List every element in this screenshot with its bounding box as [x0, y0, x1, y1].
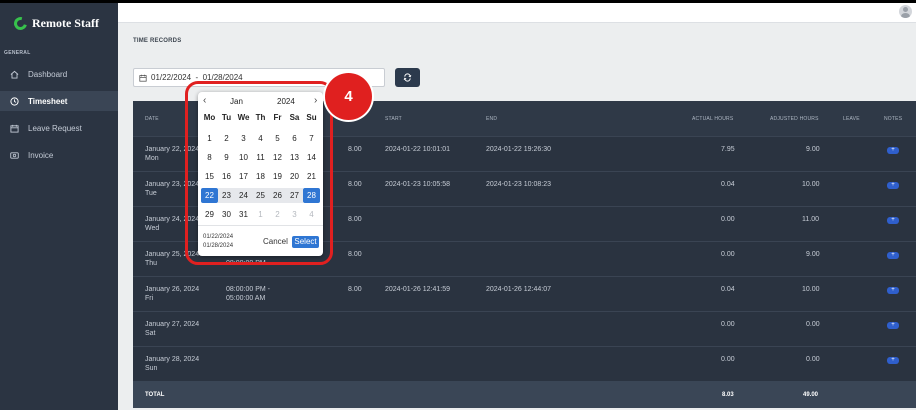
add-note-button[interactable]: +	[887, 287, 899, 294]
row-schedule-end: 05:00:00 AM	[226, 295, 266, 302]
sidebar-item-label: Leave Request	[28, 123, 82, 133]
invoice-icon	[9, 150, 19, 160]
row-actual-hours: 7.95	[721, 146, 735, 153]
row-date: January 28, 2024	[145, 356, 200, 363]
row-actual-hours: 0.00	[721, 356, 735, 363]
row-adjusted-hours: 11.00	[802, 216, 819, 223]
row-adjusted-hours: 10.00	[802, 181, 820, 188]
column-header-actual-hours[interactable]: ACTUAL HOURS	[692, 116, 733, 122]
row-start: 2024-01-23 10:05:58	[385, 181, 450, 188]
add-note-button[interactable]: +	[887, 182, 899, 189]
table-row[interactable]: January 27, 2024 Sat 0.00 0.00 +	[133, 311, 916, 346]
brand-logo[interactable]: Remote Staff	[11, 14, 99, 32]
column-header-date[interactable]: DATE	[145, 116, 159, 122]
row-day: Mon	[145, 155, 159, 162]
highlight-ring	[185, 81, 333, 265]
sidebar-item-label: Dashboard	[28, 69, 68, 79]
column-header-adjusted-hours[interactable]: ADJUSTED HOURS	[770, 116, 819, 122]
add-note-button[interactable]: +	[887, 252, 899, 259]
column-header-start[interactable]: START	[385, 116, 402, 122]
sidebar-item-label: Invoice	[28, 150, 54, 160]
refresh-icon	[403, 73, 412, 82]
add-note-button[interactable]: +	[887, 147, 899, 154]
total-adjusted-hours: 49.00	[803, 392, 819, 398]
home-icon	[9, 69, 19, 79]
row-day: Fri	[145, 295, 154, 302]
sidebar: Remote Staff GENERAL Dashboard Timesheet…	[0, 3, 118, 410]
row-start: 2024-01-26 12:41:59	[385, 286, 450, 293]
row-adjusted-hours: 0.00	[806, 356, 820, 363]
top-bar	[118, 3, 916, 23]
row-actual-hours: 0.04	[721, 286, 735, 293]
total-actual-hours: 8.03	[722, 392, 734, 398]
user-avatar-icon[interactable]	[899, 5, 912, 18]
row-hours: 8.00	[348, 216, 362, 223]
row-end: 2024-01-22 19:26:30	[486, 146, 551, 153]
calendar-icon	[139, 74, 147, 82]
row-day: Tue	[145, 190, 157, 197]
row-date: January 27, 2024	[145, 321, 200, 328]
row-adjusted-hours: 9.00	[806, 251, 820, 258]
total-row: TOTAL 8.03 49.00	[133, 381, 916, 408]
column-header-notes[interactable]: NOTES	[884, 116, 902, 122]
row-day: Wed	[145, 225, 160, 232]
sidebar-item-dashboard[interactable]: Dashboard	[0, 64, 118, 84]
sidebar-item-timesheet[interactable]: Timesheet	[0, 91, 118, 111]
row-hours: 8.00	[348, 286, 362, 293]
row-actual-hours: 0.00	[721, 251, 735, 258]
refresh-button[interactable]	[395, 68, 420, 87]
brand-mark-icon	[11, 14, 30, 32]
table-row[interactable]: January 26, 2024 Fri 08:00:00 PM - 05:00…	[133, 276, 916, 311]
row-end: 2024-01-23 10:08:23	[486, 181, 551, 188]
row-end: 2024-01-26 12:44:07	[486, 286, 551, 293]
calendar-icon	[9, 123, 19, 133]
row-day: Sat	[145, 330, 156, 337]
step-number-badge: 4	[325, 73, 372, 120]
row-hours: 8.00	[348, 181, 362, 188]
row-hours: 8.00	[348, 146, 362, 153]
column-header-leave[interactable]: LEAVE	[843, 116, 860, 122]
total-label: TOTAL	[145, 392, 165, 398]
add-note-button[interactable]: +	[887, 322, 899, 329]
row-actual-hours: 0.00	[721, 216, 735, 223]
row-start: 2024-01-22 10:01:01	[385, 146, 450, 153]
row-adjusted-hours: 9.00	[806, 146, 820, 153]
row-day: Sun	[145, 365, 158, 372]
page-title: TIME RECORDS	[133, 38, 182, 44]
row-adjusted-hours: 0.00	[806, 321, 820, 328]
add-note-button[interactable]: +	[887, 217, 899, 224]
sidebar-item-leave-request[interactable]: Leave Request	[0, 118, 118, 138]
brand-name: Remote Staff	[32, 15, 99, 30]
nav-section-label: GENERAL	[4, 50, 31, 56]
row-hours: 8.00	[348, 251, 362, 258]
sidebar-item-invoice[interactable]: Invoice	[0, 145, 118, 165]
add-note-button[interactable]: +	[887, 357, 899, 364]
row-day: Thu	[145, 260, 158, 267]
clock-icon	[9, 96, 19, 106]
row-actual-hours: 0.04	[721, 181, 735, 188]
row-adjusted-hours: 10.00	[802, 286, 820, 293]
table-row[interactable]: January 28, 2024 Sun 0.00 0.00 +	[133, 346, 916, 381]
row-date: January 26, 2024	[145, 286, 200, 293]
column-header-end[interactable]: END	[486, 116, 497, 122]
sidebar-item-label: Timesheet	[28, 96, 68, 106]
row-schedule-start: 08:00:00 PM -	[226, 286, 270, 293]
row-actual-hours: 0.00	[721, 321, 735, 328]
